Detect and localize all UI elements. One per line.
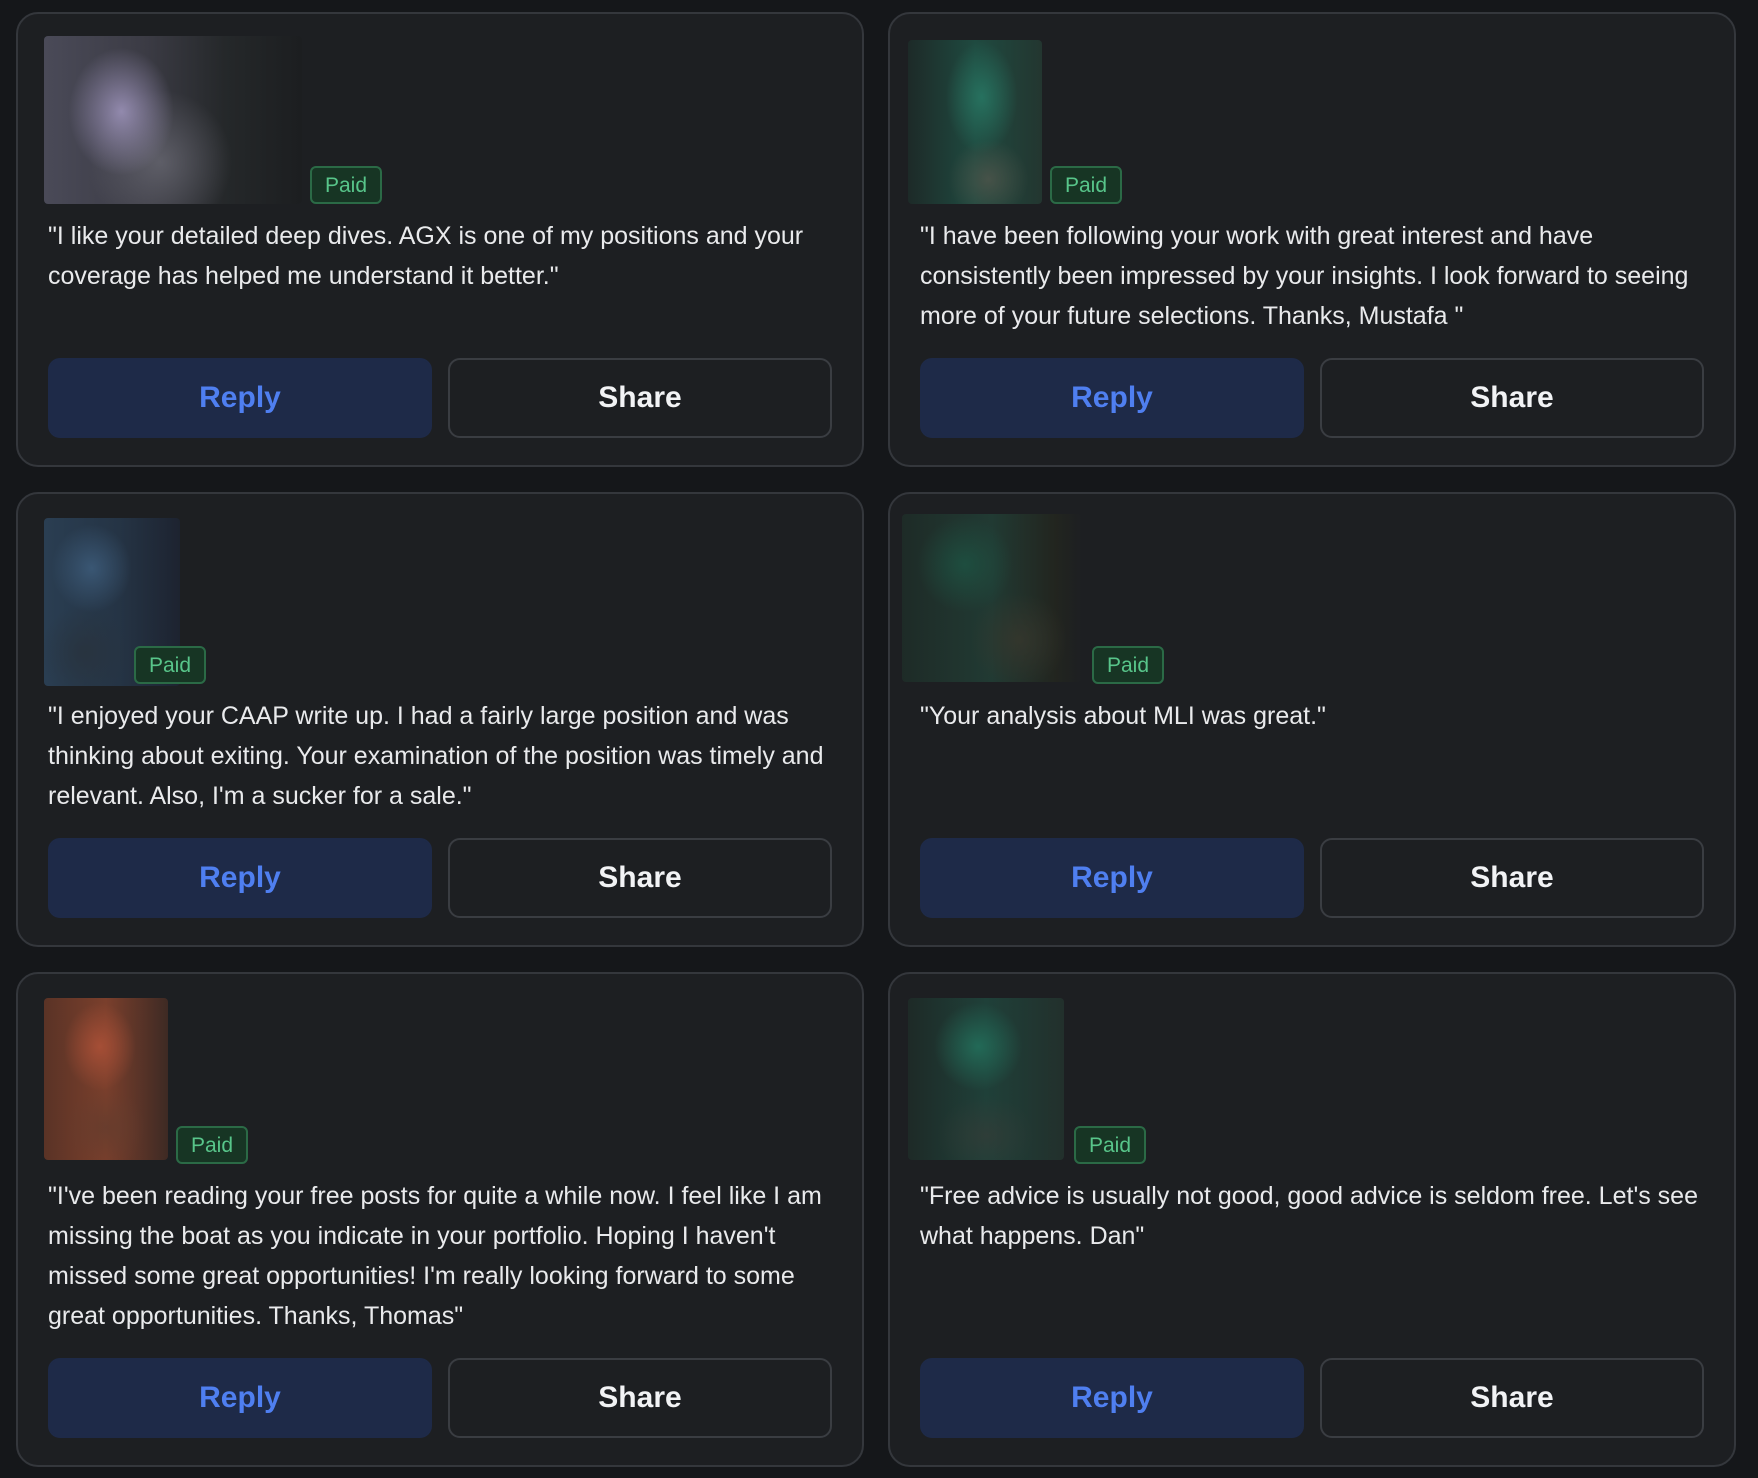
share-button[interactable]: Share [448,358,832,438]
testimonial-card: Paid "Your analysis about MLI was great.… [888,492,1736,947]
testimonial-quote: "I enjoyed your CAAP write up. I had a f… [48,702,824,810]
testimonial-quote: "Your analysis about MLI was great." [920,702,1326,730]
share-button[interactable]: Share [1320,838,1704,918]
avatar [908,998,1064,1160]
paid-badge: Paid [1074,1126,1147,1164]
reply-button[interactable]: Reply [920,838,1304,918]
avatar [908,40,1042,204]
testimonial-card: Paid "I like your detailed deep dives. A… [16,12,864,467]
reply-button[interactable]: Reply [920,1358,1304,1438]
paid-badge: Paid [1092,646,1165,684]
testimonial-quote: "Free advice is usually not good, good a… [920,1182,1698,1250]
share-button[interactable]: Share [1320,1358,1704,1438]
testimonial-card: Paid "Free advice is usually not good, g… [888,972,1736,1467]
share-button[interactable]: Share [448,1358,832,1438]
testimonial-quote: "I've been reading your free posts for q… [48,1182,822,1330]
paid-badge: Paid [310,166,383,204]
testimonial-quote: "I have been following your work with gr… [920,222,1689,330]
testimonial-card: Paid "I have been following your work wi… [888,12,1736,467]
avatar [902,514,1082,682]
testimonials-grid: Paid "I like your detailed deep dives. A… [0,0,1758,1478]
reply-button[interactable]: Reply [48,358,432,438]
share-button[interactable]: Share [1320,358,1704,438]
paid-badge: Paid [1050,166,1123,204]
testimonial-card: Paid "I've been reading your free posts … [16,972,864,1467]
avatar [44,998,168,1160]
paid-badge: Paid [134,646,207,684]
reply-button[interactable]: Reply [48,1358,432,1438]
reply-button[interactable]: Reply [920,358,1304,438]
paid-badge: Paid [176,1126,249,1164]
share-button[interactable]: Share [448,838,832,918]
avatar [44,36,302,204]
testimonial-quote: "I like your detailed deep dives. AGX is… [48,222,804,290]
testimonial-card: Paid "I enjoyed your CAAP write up. I ha… [16,492,864,947]
reply-button[interactable]: Reply [48,838,432,918]
